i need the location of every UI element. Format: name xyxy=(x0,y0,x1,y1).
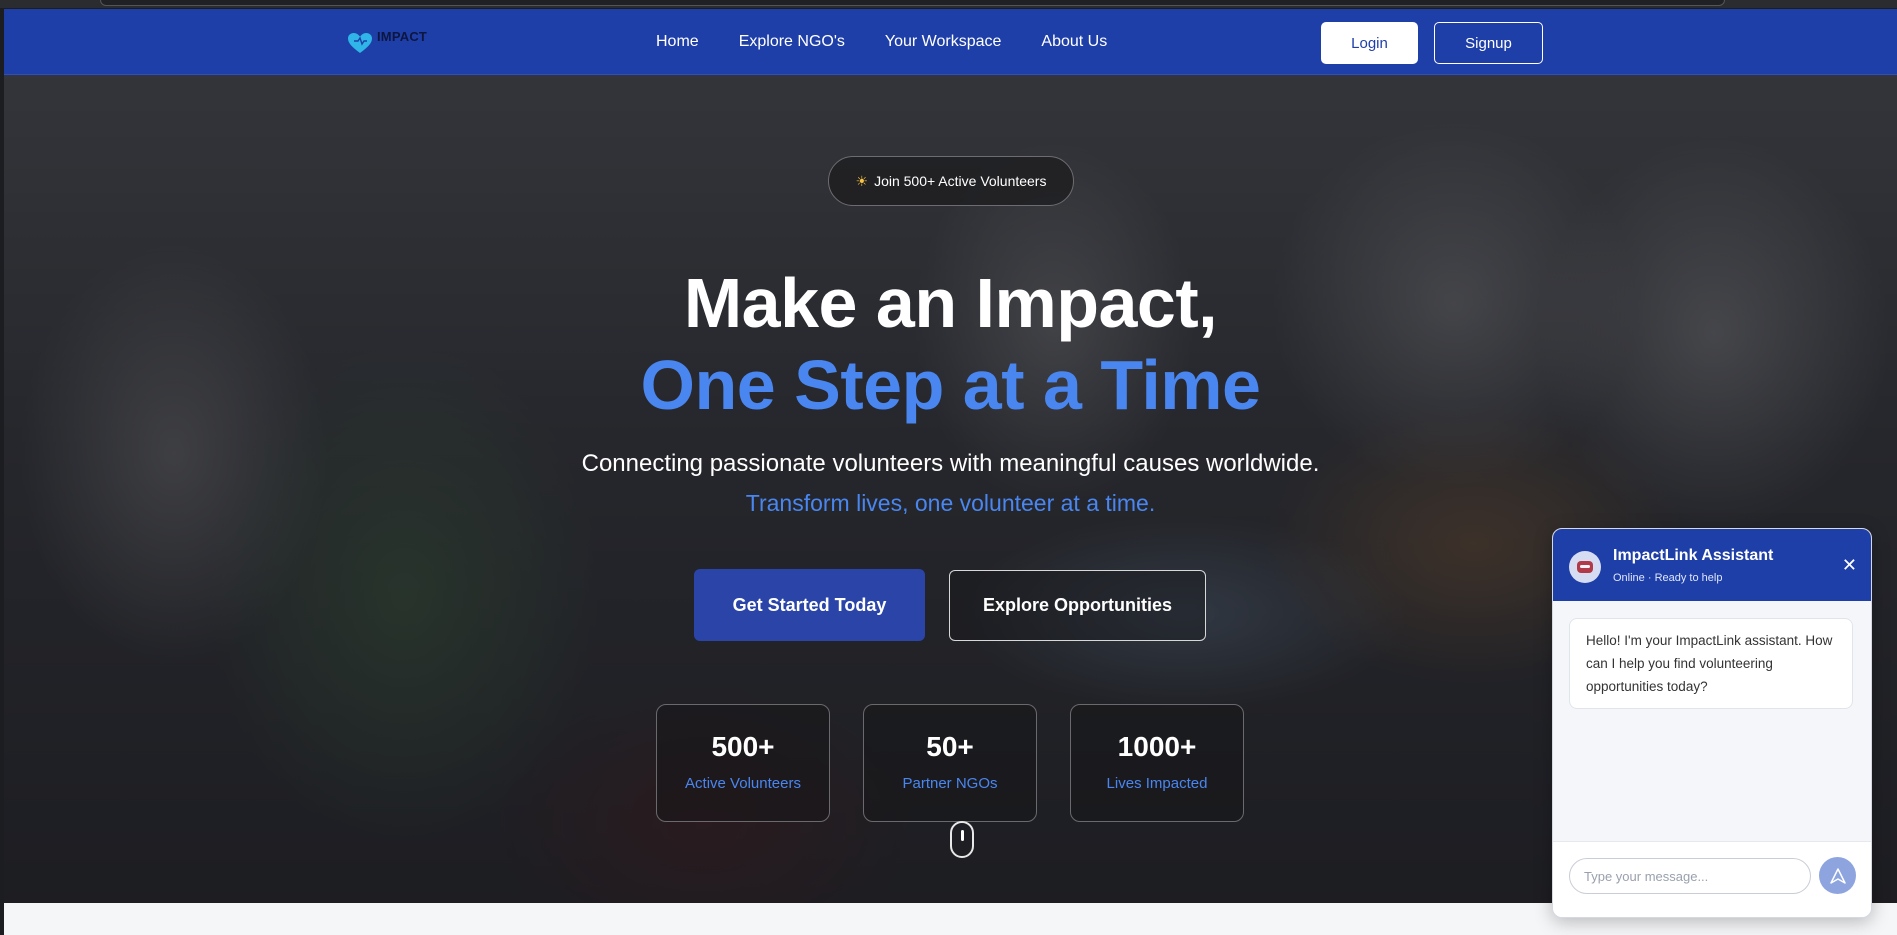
hero-tagline: Transform lives, one volunteer at a time… xyxy=(745,490,1156,516)
nav-link-explore-ngos[interactable]: Explore NGO's xyxy=(739,33,845,51)
send-icon[interactable] xyxy=(1819,857,1856,894)
volunteer-badge: ☀ Join 500+ Active Volunteers xyxy=(828,156,1074,206)
chat-message-input[interactable] xyxy=(1569,858,1811,894)
explore-opportunities-button[interactable]: Explore Opportunities xyxy=(949,570,1206,641)
chat-widget: ImpactLink Assistant Online · Ready to h… xyxy=(1552,528,1872,918)
nav-links: Home Explore NGO's Your Workspace About … xyxy=(656,9,1107,75)
top-navbar: IMPACT Home Explore NGO's Your Workspace… xyxy=(4,9,1897,75)
hero-title-line1: Make an Impact, xyxy=(683,264,1218,342)
heart-logo-icon xyxy=(348,33,372,53)
stat-value: 50+ xyxy=(926,731,974,762)
badge-text: Join 500+ Active Volunteers xyxy=(874,173,1047,189)
stat-label: Partner NGOs xyxy=(902,775,998,792)
bot-avatar-icon xyxy=(1569,551,1601,583)
signup-button[interactable]: Signup xyxy=(1434,22,1543,64)
chat-title: ImpactLink Assistant xyxy=(1613,547,1774,564)
logo[interactable]: IMPACT xyxy=(347,29,428,55)
chat-header: ImpactLink Assistant Online · Ready to h… xyxy=(1553,529,1871,601)
assistant-message: Hello! I'm your ImpactLink assistant. Ho… xyxy=(1569,618,1853,709)
stat-label: Lives Impacted xyxy=(1106,775,1208,792)
page: IMPACT Home Explore NGO's Your Workspace… xyxy=(4,9,1897,935)
hero-title-line2: One Step at a Time xyxy=(640,346,1261,424)
get-started-button[interactable]: Get Started Today xyxy=(694,569,925,641)
stat-card-ngos: 50+ Partner NGOs xyxy=(863,704,1037,822)
stat-card-lives: 1000+ Lives Impacted xyxy=(1070,704,1244,822)
browser-top-strip xyxy=(0,0,1897,8)
mouse-scroll-icon[interactable] xyxy=(950,821,974,858)
stat-card-volunteers: 500+ Active Volunteers xyxy=(656,704,830,822)
login-button[interactable]: Login xyxy=(1321,22,1418,64)
hero-subtitle: Connecting passionate volunteers with me… xyxy=(581,450,1320,477)
chat-messages: Hello! I'm your ImpactLink assistant. Ho… xyxy=(1553,601,1871,841)
logo-text: IMPACT xyxy=(377,29,428,44)
chat-footer xyxy=(1553,841,1871,917)
chat-status: Online · Ready to help xyxy=(1613,572,1723,584)
nav-link-your-workspace[interactable]: Your Workspace xyxy=(885,33,1002,51)
stat-value: 500+ xyxy=(711,731,775,762)
stat-value: 1000+ xyxy=(1117,731,1197,762)
browser-address-bar[interactable] xyxy=(100,0,1725,6)
scroll-wheel-dot xyxy=(961,830,964,841)
close-icon[interactable]: ✕ xyxy=(1842,555,1857,576)
nav-link-home[interactable]: Home xyxy=(656,33,699,51)
stat-label: Active Volunteers xyxy=(685,775,801,792)
sun-icon: ☀ xyxy=(855,172,869,189)
nav-link-about-us[interactable]: About Us xyxy=(1041,33,1107,51)
